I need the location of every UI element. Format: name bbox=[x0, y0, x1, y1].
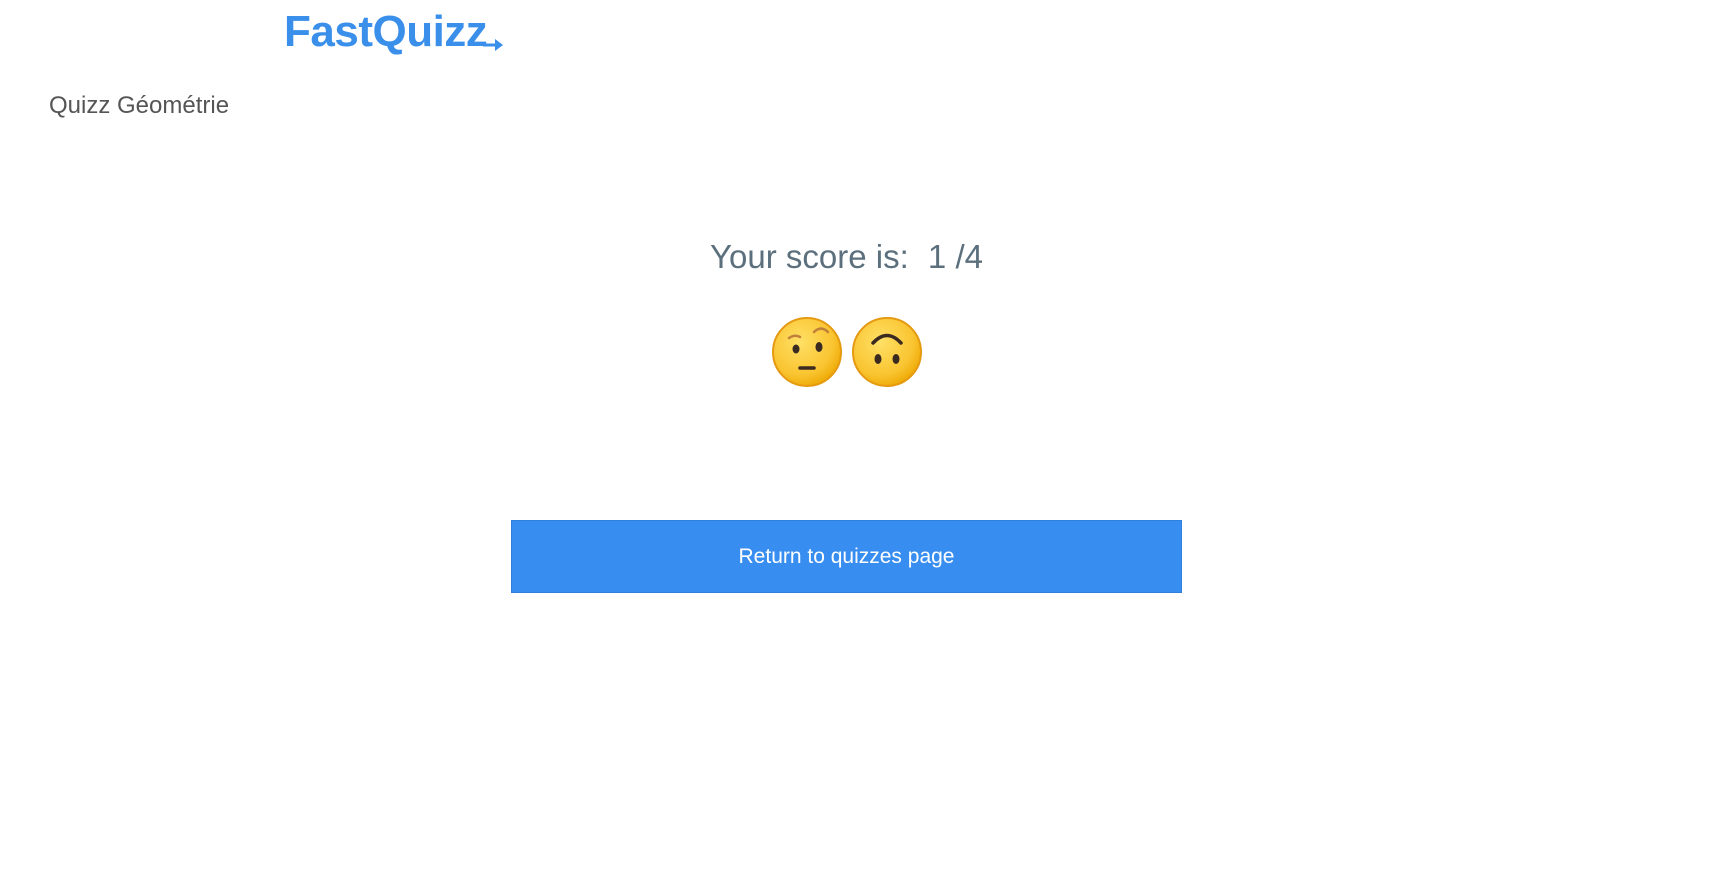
score-emojis bbox=[0, 316, 1693, 388]
logo-text: FastQuizz bbox=[284, 7, 488, 56]
score-text: Your score is: 1 /4 bbox=[0, 238, 1693, 276]
score-label: Your score is: bbox=[710, 238, 909, 275]
quiz-title: Quizz Géométrie bbox=[49, 92, 230, 119]
return-to-quizzes-button[interactable]: Return to quizzes page bbox=[511, 520, 1182, 593]
score-value: 1 /4 bbox=[927, 238, 983, 275]
upside-down-face-icon bbox=[851, 317, 922, 387]
arrow-icon bbox=[483, 39, 504, 51]
results-page: FastQuizz Quizz Géométrie Your score is:… bbox=[0, 0, 1728, 891]
fastquizz-logo[interactable]: FastQuizz bbox=[284, 6, 504, 58]
face-with-raised-eyebrow-icon bbox=[771, 317, 842, 387]
